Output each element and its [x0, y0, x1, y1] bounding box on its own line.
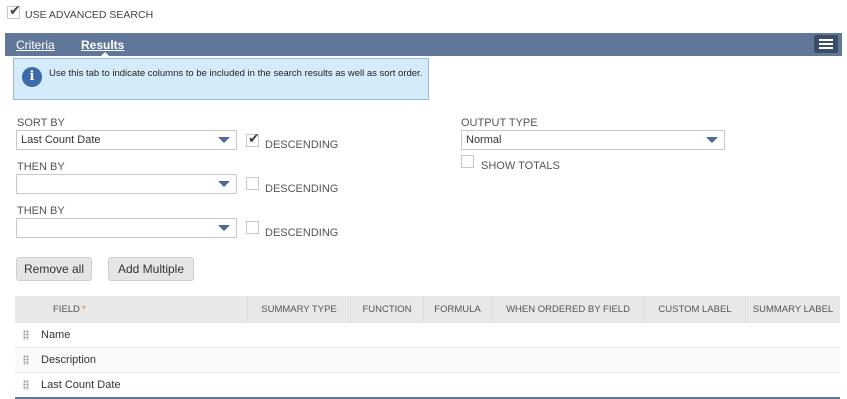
sort-by-value: Last Count Date [21, 134, 101, 146]
remove-all-button[interactable]: Remove all [16, 257, 92, 281]
output-type-label: OUTPUT TYPE [461, 117, 538, 129]
then-by-label-1: THEN BY [17, 161, 65, 173]
sort-by-descending-label: DESCENDING [265, 139, 339, 151]
chevron-down-icon [218, 137, 230, 143]
table-row[interactable]: Last Count Date [15, 372, 840, 399]
output-type-value: Normal [466, 134, 502, 146]
header-custom-label: CUSTOM LABEL [644, 296, 746, 323]
info-message: i Use this tab to indicate columns to be… [13, 58, 429, 100]
chevron-down-icon [218, 181, 230, 187]
then-by-descending-checkbox-1[interactable] [246, 177, 259, 190]
results-table: FIELD * SUMMARY TYPE FUNCTION FORMULA WHE… [15, 296, 840, 399]
then-by-descending-checkbox-2[interactable] [246, 221, 259, 234]
header-summary-label: SUMMARY LABEL [745, 296, 840, 323]
info-text: Use this tab to indicate columns to be i… [49, 68, 423, 79]
tab-criteria[interactable]: Criteria [16, 38, 55, 52]
show-totals-checkbox[interactable] [461, 155, 474, 168]
row-field: Last Count Date [41, 379, 121, 391]
sort-by-label: SORT BY [17, 117, 65, 129]
chevron-down-icon [218, 225, 230, 231]
table-row[interactable]: Description [15, 347, 840, 373]
header-field-label: FIELD [53, 303, 80, 315]
then-by-select-1[interactable] [16, 174, 237, 194]
drag-handle-icon[interactable] [23, 330, 29, 341]
row-field: Description [41, 354, 97, 366]
drag-handle-icon[interactable] [23, 380, 29, 391]
info-icon: i [22, 67, 42, 87]
checkmark-icon: ✔ [248, 131, 260, 147]
table-header-row: FIELD * SUMMARY TYPE FUNCTION FORMULA WHE… [15, 296, 840, 323]
chevron-down-icon [706, 137, 718, 143]
drag-handle-icon[interactable] [23, 355, 29, 366]
add-multiple-button[interactable]: Add Multiple [108, 257, 194, 281]
then-by-select-2[interactable] [16, 218, 237, 238]
header-when-ordered-by-field: WHEN ORDERED BY FIELD [491, 296, 645, 323]
table-row[interactable]: Name [15, 322, 840, 348]
advanced-search-label: USE ADVANCED SEARCH [25, 9, 154, 21]
header-summary-type: SUMMARY TYPE [247, 296, 351, 323]
required-mark: * [81, 303, 86, 315]
row-field: Name [41, 329, 71, 341]
advanced-search-checkbox[interactable]: ✔ [7, 3, 21, 19]
header-field: FIELD * [15, 296, 248, 323]
tab-bar: Criteria Results [5, 33, 842, 58]
sort-by-descending-checkbox[interactable]: ✔ [246, 131, 260, 147]
then-by-descending-label-1: DESCENDING [265, 183, 339, 195]
output-type-select[interactable]: Normal [461, 130, 725, 150]
tab-results[interactable]: Results [81, 38, 124, 58]
header-function: FUNCTION [350, 296, 424, 323]
sort-by-select[interactable]: Last Count Date [16, 130, 237, 150]
then-by-label-2: THEN BY [17, 205, 65, 217]
checkmark-icon: ✔ [9, 3, 21, 19]
show-totals-label: SHOW TOTALS [481, 160, 560, 172]
menu-icon[interactable] [814, 35, 838, 53]
then-by-descending-label-2: DESCENDING [265, 227, 339, 239]
header-formula: FORMULA [423, 296, 492, 323]
